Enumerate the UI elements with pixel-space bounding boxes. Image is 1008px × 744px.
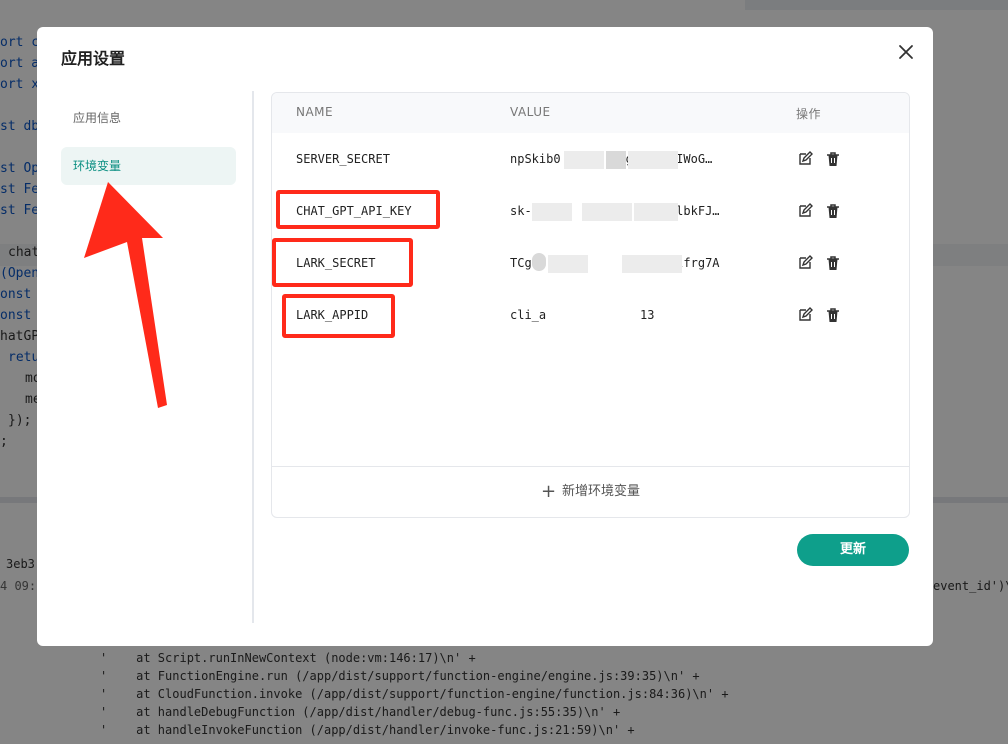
redaction-mask: [532, 203, 572, 221]
trash-icon[interactable]: [825, 203, 841, 219]
modal-title: 应用设置: [61, 49, 126, 68]
table-row: SERVER_SECRET npSkib0 _gR .JwIWoG…: [272, 133, 909, 185]
table-header: NAME VALUE 操作: [272, 93, 909, 133]
redaction-mask: [582, 203, 632, 221]
trash-icon[interactable]: [825, 151, 841, 167]
redaction-mask: [622, 255, 682, 273]
redaction-mask: [628, 151, 678, 169]
redaction-mask: [634, 203, 678, 221]
redaction-mask: [532, 253, 546, 271]
column-header-value: VALUE: [510, 105, 551, 119]
close-icon[interactable]: [895, 41, 917, 63]
annotation-arrow: [84, 182, 167, 408]
column-header-name: NAME: [296, 105, 334, 119]
annotation-box: [276, 190, 440, 229]
sidebar-divider: [252, 91, 254, 623]
update-button[interactable]: 更新: [797, 534, 909, 566]
trash-icon[interactable]: [825, 307, 841, 323]
add-env-var-button[interactable]: + 新增环境变量: [272, 466, 909, 517]
redaction-mask: [606, 151, 626, 169]
trash-icon[interactable]: [825, 255, 841, 271]
redaction-mask: [564, 151, 604, 169]
annotation-box: [282, 294, 395, 338]
sidebar-item-app-info[interactable]: 应用信息: [61, 99, 236, 137]
env-name: SERVER_SECRET: [296, 152, 390, 166]
edit-icon[interactable]: [797, 203, 813, 219]
env-value: cli_a 13: [510, 308, 655, 322]
plus-icon: +: [540, 481, 557, 502]
edit-icon[interactable]: [797, 151, 813, 167]
edit-icon[interactable]: [797, 307, 813, 323]
annotation-box: [272, 238, 413, 287]
column-header-actions: 操作: [796, 107, 822, 121]
add-env-var-label: 新增环境变量: [562, 484, 641, 499]
edit-icon[interactable]: [797, 255, 813, 271]
redaction-mask: [548, 255, 588, 273]
